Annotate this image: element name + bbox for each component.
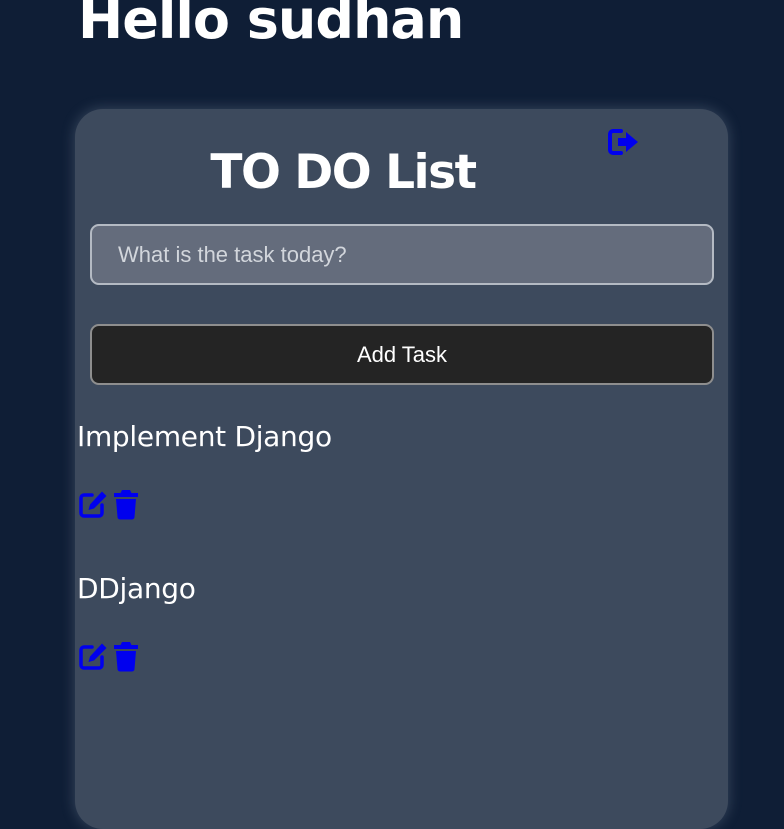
trash-icon — [114, 489, 138, 519]
task-title: Implement Django — [77, 420, 332, 453]
task-item: DDjango — [77, 569, 677, 671]
task-actions — [77, 639, 139, 673]
edit-icon — [79, 643, 107, 670]
edit-icon — [79, 491, 107, 518]
task-actions — [77, 487, 139, 521]
task-item: Implement Django — [77, 417, 677, 519]
delete-task-button[interactable] — [113, 641, 139, 672]
sign-out-icon — [608, 129, 638, 155]
task-title: DDjango — [77, 572, 196, 605]
add-task-button[interactable]: Add Task — [90, 324, 714, 385]
edit-task-button[interactable] — [77, 489, 108, 520]
task-input[interactable] — [90, 224, 714, 285]
card-title: TO DO List — [210, 145, 477, 200]
logout-button[interactable] — [607, 127, 641, 157]
greeting-heading: Hello sudhan — [78, 0, 464, 51]
todo-card: TO DO List Add Task Implement Django DDj… — [75, 109, 728, 829]
trash-icon — [114, 641, 138, 671]
delete-task-button[interactable] — [113, 489, 139, 520]
edit-task-button[interactable] — [77, 641, 108, 672]
